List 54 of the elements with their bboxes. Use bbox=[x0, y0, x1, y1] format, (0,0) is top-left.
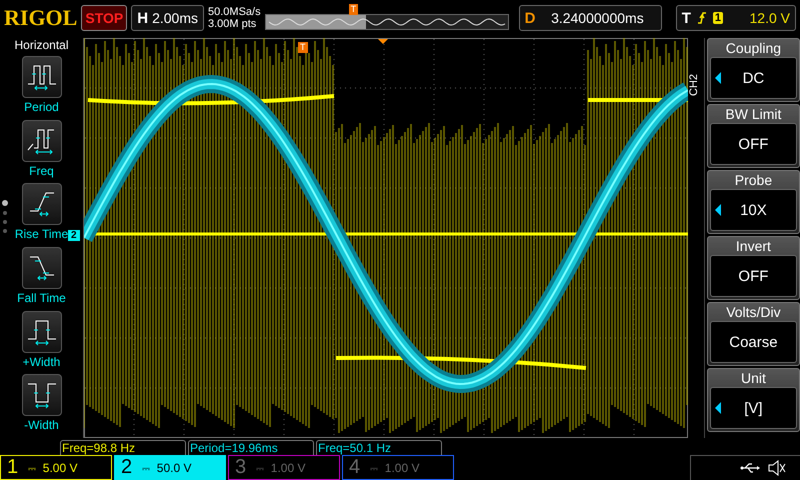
rising-edge-icon bbox=[696, 11, 707, 25]
measurement-button[interactable] bbox=[22, 56, 62, 98]
measurement-button[interactable] bbox=[22, 120, 62, 162]
channel-tab[interactable]: 3 ⎓ 1.00 V bbox=[228, 455, 340, 480]
menu-item-value[interactable]: [V] bbox=[710, 387, 797, 429]
delay-display[interactable]: D 3.24000000ms bbox=[518, 5, 662, 31]
left-arrow-icon bbox=[714, 72, 721, 84]
menu-item-panel[interactable]: BW Limit OFF bbox=[706, 104, 800, 168]
trigger-position-marker: T bbox=[298, 42, 308, 53]
left-arrow-icon bbox=[714, 402, 721, 414]
menu-item-panel[interactable]: Probe 10X bbox=[706, 170, 800, 234]
run-state-indicator[interactable]: STOP bbox=[81, 5, 128, 31]
menu-item-panel[interactable]: Volts/Div Coarse bbox=[706, 302, 800, 366]
speaker-muted-icon bbox=[768, 460, 786, 476]
menu-item-value[interactable]: 10X bbox=[710, 189, 797, 231]
menu-item-label: Probe bbox=[734, 171, 774, 189]
usb-icon bbox=[740, 462, 760, 474]
measurement-button[interactable] bbox=[22, 247, 62, 290]
channel-tab[interactable]: 4 ⎓ 1.00 V bbox=[342, 455, 454, 480]
menu-item-label: Volts/Div bbox=[725, 303, 782, 321]
left-arrow-icon bbox=[714, 204, 721, 216]
trigger-position-marker: T bbox=[348, 4, 358, 15]
measurement-label: Freq bbox=[29, 164, 54, 178]
measurement-button[interactable] bbox=[22, 183, 62, 226]
measurement-label: Period bbox=[24, 100, 59, 114]
menu-item-value[interactable]: DC bbox=[710, 57, 797, 99]
menu-item-panel[interactable]: Unit [V] bbox=[706, 368, 800, 432]
menu-item-label: Coupling bbox=[724, 39, 782, 57]
channel-ground-marker[interactable]: 2 bbox=[68, 230, 80, 241]
brand-logo: RIGOL bbox=[4, 5, 78, 31]
page-indicator-icon bbox=[2, 200, 8, 234]
menu-item-label: Invert bbox=[734, 237, 772, 255]
measurement-button[interactable] bbox=[22, 374, 62, 416]
measurement-label: Fall Time bbox=[17, 291, 66, 306]
menu-item-panel[interactable]: Coupling DC bbox=[706, 38, 800, 102]
measurement-label: +Width bbox=[22, 354, 60, 369]
channel-tab[interactable]: 1 ⎓ 5.00 V bbox=[0, 455, 112, 480]
timebase-display[interactable]: H 2.00ms bbox=[131, 5, 204, 31]
menu-item-value[interactable]: OFF bbox=[710, 255, 797, 297]
menu-item-value[interactable]: OFF bbox=[710, 123, 797, 165]
menu-item-label: BW Limit bbox=[724, 105, 782, 123]
delay-marker-icon bbox=[378, 39, 388, 44]
menu-title: Horizontal bbox=[14, 38, 69, 52]
channel-menu-title: CH2 bbox=[688, 73, 701, 98]
menu-item-panel[interactable]: Invert OFF bbox=[706, 236, 800, 300]
menu-item-value[interactable]: Coarse bbox=[710, 321, 797, 363]
measurement-label: -Width bbox=[24, 418, 59, 432]
channel-tab[interactable]: 2 ⎓ 50.0 V bbox=[114, 455, 226, 480]
trigger-display[interactable]: T 1 12.0 V bbox=[676, 5, 796, 31]
menu-item-label: Unit bbox=[740, 369, 767, 387]
memory-depth: 3.00M pts bbox=[208, 18, 258, 30]
sample-rate: 50.0MSa/s bbox=[208, 6, 261, 18]
measurement-label: Rise Time bbox=[14, 227, 68, 242]
measurement-button[interactable] bbox=[22, 310, 62, 353]
